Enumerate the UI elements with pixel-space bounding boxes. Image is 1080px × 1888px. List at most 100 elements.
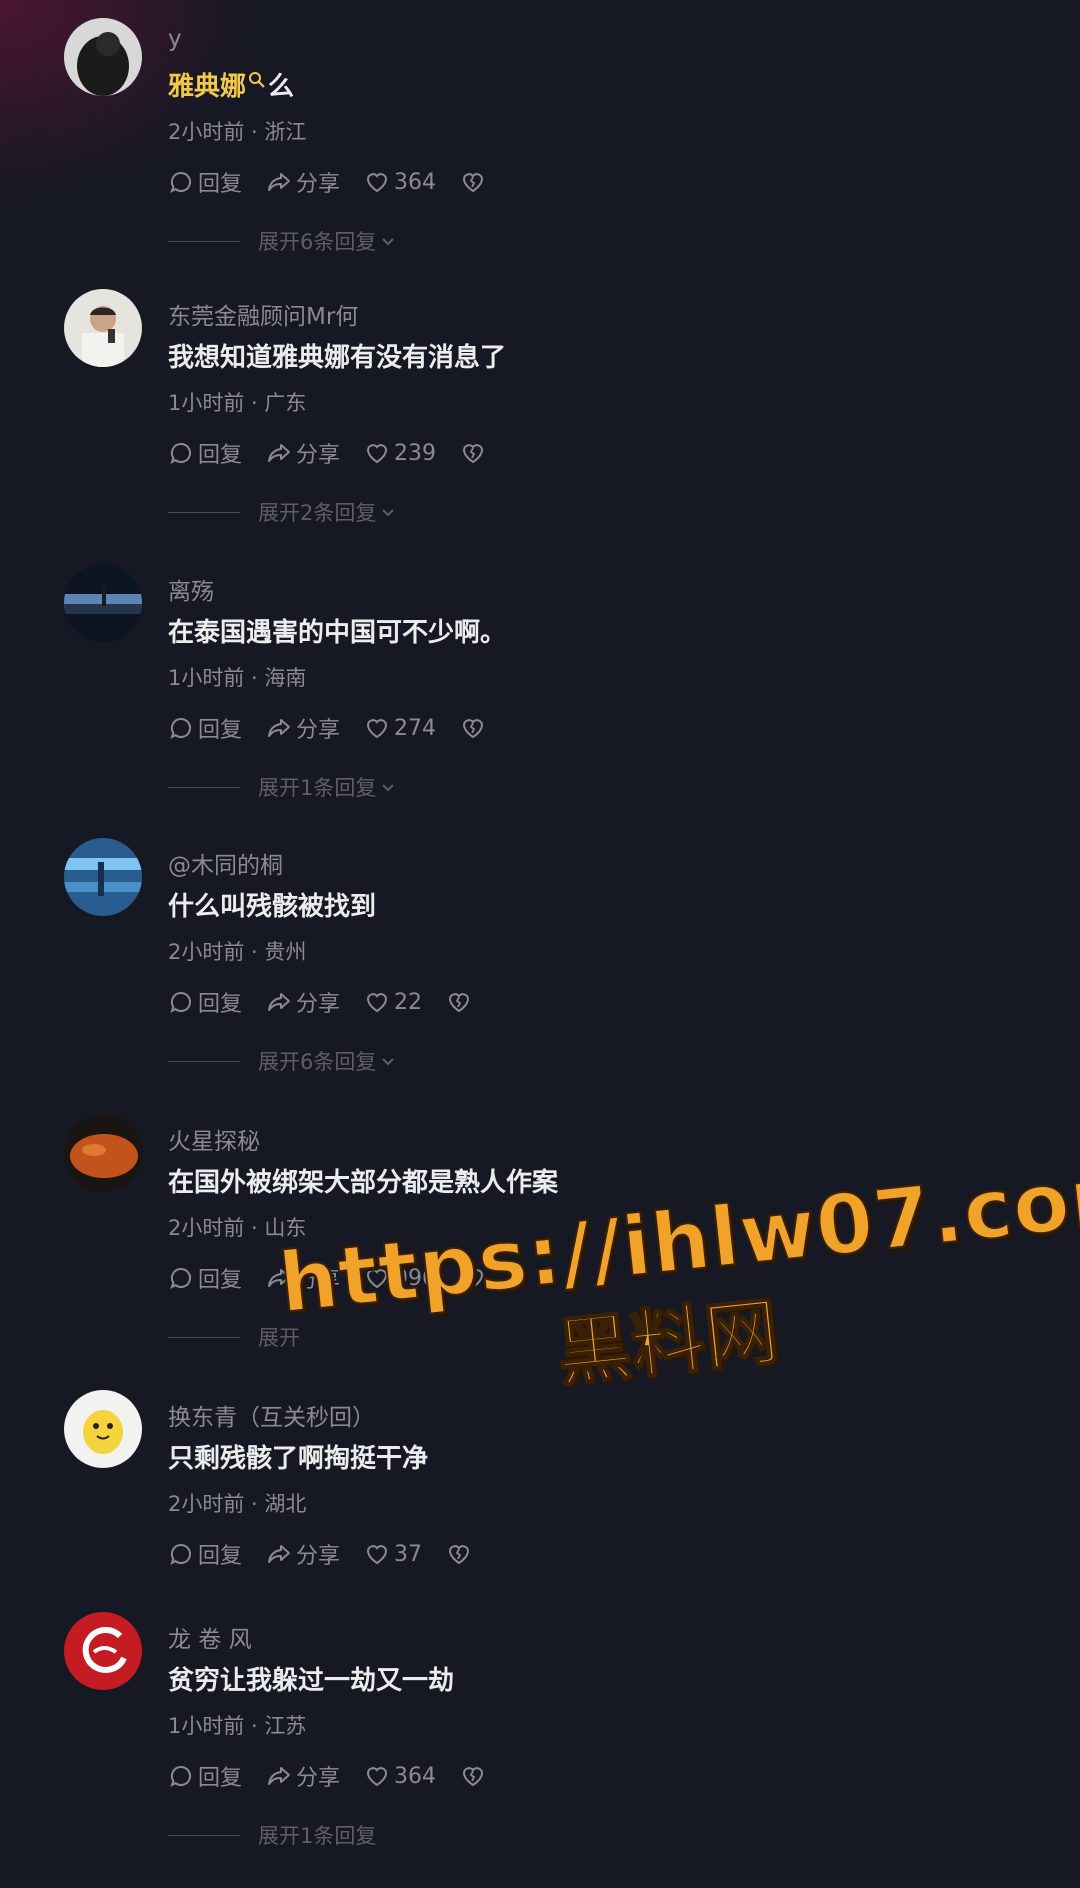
share-icon [268, 444, 291, 462]
share-button[interactable]: 分享 [266, 1760, 340, 1792]
divider-line [168, 511, 240, 513]
reply-button[interactable]: 回复 [168, 1760, 242, 1792]
heart-icon [367, 993, 388, 1013]
avatar[interactable] [64, 564, 142, 642]
reply-button[interactable]: 回复 [168, 712, 242, 744]
comment-username[interactable]: 离殇 [168, 572, 214, 606]
share-button[interactable]: 分享 [266, 166, 340, 198]
avatar[interactable] [64, 1114, 142, 1192]
dislike-button[interactable] [460, 1763, 490, 1789]
comment-meta: 1小时前 · 江苏 [168, 1714, 307, 1738]
comment-item: 东莞金融顾问Mr何 我想知道雅典娜有没有消息了 1小时前 · 广东 回复 分享 … [0, 289, 1080, 565]
heart-icon [367, 1269, 388, 1289]
reply-button[interactable]: 回复 [168, 166, 242, 198]
search-link[interactable]: 雅典娜 [168, 72, 246, 102]
chevron-down-icon [382, 509, 395, 517]
dislike-button[interactable] [460, 169, 490, 195]
broken-heart-icon [449, 1545, 470, 1565]
reply-button[interactable]: 回复 [168, 437, 242, 469]
heart-icon [367, 444, 388, 464]
share-button[interactable]: 分享 [266, 437, 340, 469]
comment-meta: 1小时前 · 海南 [168, 666, 307, 690]
like-count: 274 [394, 715, 437, 741]
comment-username[interactable]: 火星探秘 [168, 1122, 260, 1156]
comment-meta: 2小时前 · 贵州 [168, 940, 307, 964]
dislike-button[interactable] [460, 715, 490, 741]
comment-text-rest: 么 [268, 72, 295, 102]
expand-label: 展开6条回复 [258, 1050, 377, 1074]
comment-meta: 1小时前 · 广东 [168, 391, 307, 415]
reply-button[interactable]: 回复 [168, 1538, 242, 1570]
avatar[interactable] [64, 289, 142, 367]
reply-icon [170, 717, 192, 740]
share-button[interactable]: 分享 [266, 986, 340, 1018]
expand-replies-button[interactable]: 展开 [168, 1324, 300, 1350]
like-count: 37 [394, 1541, 423, 1567]
reply-icon [170, 1765, 192, 1788]
like-button[interactable]: 364 [364, 169, 436, 195]
comment-meta: 2小时前 · 山东 [168, 1216, 307, 1240]
broken-heart-icon [449, 993, 470, 1013]
like-button[interactable]: 37 [364, 1541, 422, 1567]
comment-item: 离殇 在泰国遇害的中国可不少啊。 1小时前 · 海南 回复 分享 274 展开1… [0, 564, 1080, 840]
share-button[interactable]: 分享 [266, 1262, 340, 1294]
expand-replies-button[interactable]: 展开1条回复 [168, 774, 396, 800]
like-count: 22 [394, 989, 423, 1015]
comment-item: y 雅典娜么 2小时前 · 浙江 回复 分享 364 展开6条回复 [0, 18, 1080, 294]
expand-replies-button[interactable]: 展开1条回复 [168, 1822, 376, 1848]
reply-button[interactable]: 回复 [168, 986, 242, 1018]
expand-label: 展开1条回复 [258, 776, 377, 800]
share-label: 分享 [296, 1544, 341, 1569]
share-label: 分享 [296, 718, 341, 743]
comment-username[interactable]: 换东青（互关秒回） [168, 1398, 375, 1432]
share-icon [268, 1269, 291, 1287]
divider-line [168, 786, 240, 788]
like-button[interactable]: 274 [364, 715, 436, 741]
share-button[interactable]: 分享 [266, 712, 340, 744]
search-icon[interactable] [248, 66, 266, 96]
share-icon [268, 173, 291, 191]
like-button[interactable]: 239 [364, 440, 436, 466]
like-count: 364 [394, 1763, 437, 1789]
reply-button[interactable]: 回复 [168, 1262, 242, 1294]
comment-username[interactable]: @木同的桐 [168, 846, 283, 880]
comment-text: 在国外被绑架大部分都是熟人作案 [168, 1168, 559, 1198]
comment-username[interactable]: 东莞金融顾问Mr何 [168, 297, 358, 331]
dislike-button[interactable] [460, 440, 490, 466]
broken-heart-icon [463, 719, 484, 739]
expand-label: 展开1条回复 [258, 1824, 377, 1848]
dislike-button[interactable] [446, 989, 476, 1015]
comment-actions: 回复 分享 37 [168, 1538, 500, 1570]
comment-text: 雅典娜么 [168, 66, 294, 103]
heart-icon [367, 1767, 388, 1787]
avatar[interactable] [64, 1612, 142, 1690]
avatar[interactable] [64, 18, 142, 96]
comment-item: @木同的桐 什么叫残骸被找到 2小时前 · 贵州 回复 分享 22 展开6条回复 [0, 838, 1080, 1114]
share-label: 分享 [296, 1766, 341, 1791]
share-label: 分享 [296, 172, 341, 197]
dislike-button[interactable] [446, 1541, 476, 1567]
comment-actions: 回复 分享 364 [168, 166, 514, 198]
like-button[interactable]: 996 [364, 1265, 436, 1291]
comment-actions: 回复 分享 364 [168, 1760, 514, 1792]
comment-username[interactable]: 龙 卷 风 [168, 1620, 252, 1654]
like-button[interactable]: 22 [364, 989, 422, 1015]
like-button[interactable]: 364 [364, 1763, 436, 1789]
expand-replies-button[interactable]: 展开2条回复 [168, 499, 396, 525]
expand-replies-button[interactable]: 展开6条回复 [168, 1048, 396, 1074]
comment-meta: 2小时前 · 浙江 [168, 120, 307, 144]
divider-line [168, 1060, 240, 1062]
share-icon [268, 993, 291, 1011]
comment-meta: 2小时前 · 湖北 [168, 1492, 307, 1516]
reply-icon [170, 442, 192, 465]
comment-actions: 回复 分享 274 [168, 712, 514, 744]
heart-icon [367, 719, 388, 739]
expand-label: 展开2条回复 [258, 501, 377, 525]
share-button[interactable]: 分享 [266, 1538, 340, 1570]
expand-replies-button[interactable]: 展开6条回复 [168, 228, 396, 254]
avatar[interactable] [64, 838, 142, 916]
dislike-button[interactable] [460, 1265, 490, 1291]
avatar[interactable] [64, 1390, 142, 1468]
broken-heart-icon [463, 1269, 484, 1289]
comment-username[interactable]: y [168, 26, 182, 52]
